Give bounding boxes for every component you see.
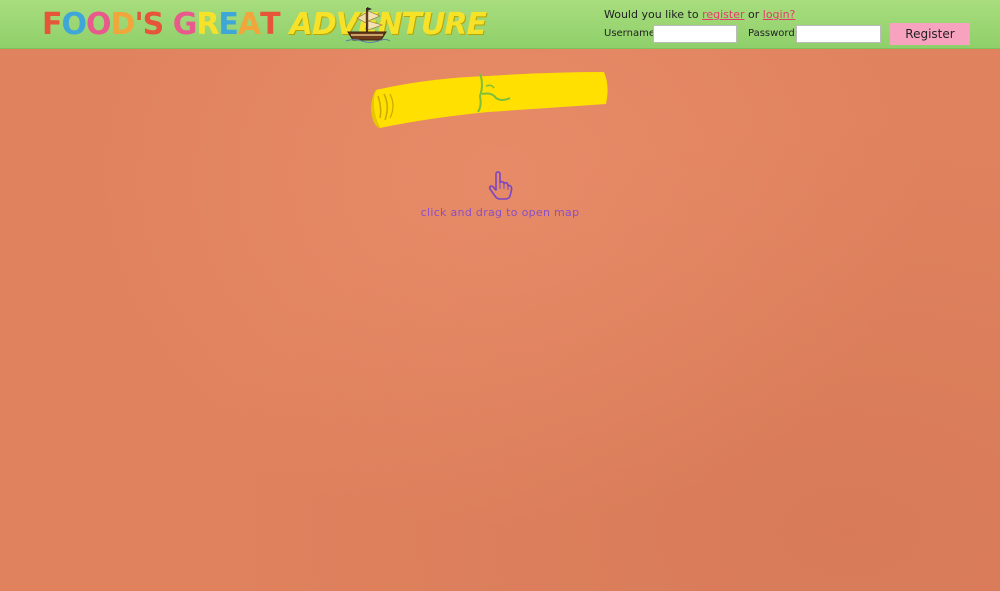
- logo-letter: ': [134, 6, 143, 42]
- prompt-middle: or: [748, 8, 760, 21]
- logo-letter: [163, 7, 172, 42]
- rolled-map-icon[interactable]: [368, 68, 612, 134]
- logo-letter: A: [237, 6, 261, 42]
- logo-letter: E: [218, 6, 238, 42]
- pointing-hand-icon: [488, 171, 513, 200]
- logo-letter: D: [110, 6, 136, 42]
- logo-letter: T: [260, 6, 280, 42]
- prompt-prefix: Would you like to: [604, 8, 699, 21]
- pirate-ship-icon: [345, 7, 390, 43]
- logo-letter: F: [42, 6, 62, 42]
- logo-letter: O: [86, 6, 111, 42]
- hint-text: click and drag to open map: [420, 206, 580, 219]
- logo-food-great: FOOD'S GREAT: [42, 6, 281, 42]
- logo-letter: G: [172, 6, 198, 42]
- username-label: Username:: [604, 28, 659, 39]
- open-map-hint: click and drag to open map: [400, 170, 600, 219]
- logo-letter: O: [61, 6, 87, 42]
- register-prompt: Would you like to register or login?: [604, 7, 984, 23]
- login-link[interactable]: login?: [763, 8, 796, 21]
- username-field[interactable]: [653, 25, 737, 43]
- logo-letter: S: [142, 6, 165, 42]
- register-link[interactable]: register: [702, 8, 744, 21]
- password-label: Password:: [748, 28, 799, 39]
- site-logo[interactable]: FOOD'S GREAT ADVENTURE: [42, 5, 487, 43]
- password-field[interactable]: [796, 25, 881, 43]
- logo-letter: R: [196, 6, 219, 42]
- header-bar: FOOD'S GREAT ADVENTURE Would you like to…: [0, 0, 1000, 49]
- register-button[interactable]: Register: [890, 23, 970, 45]
- login-area: Would you like to register or login? Use…: [604, 7, 984, 47]
